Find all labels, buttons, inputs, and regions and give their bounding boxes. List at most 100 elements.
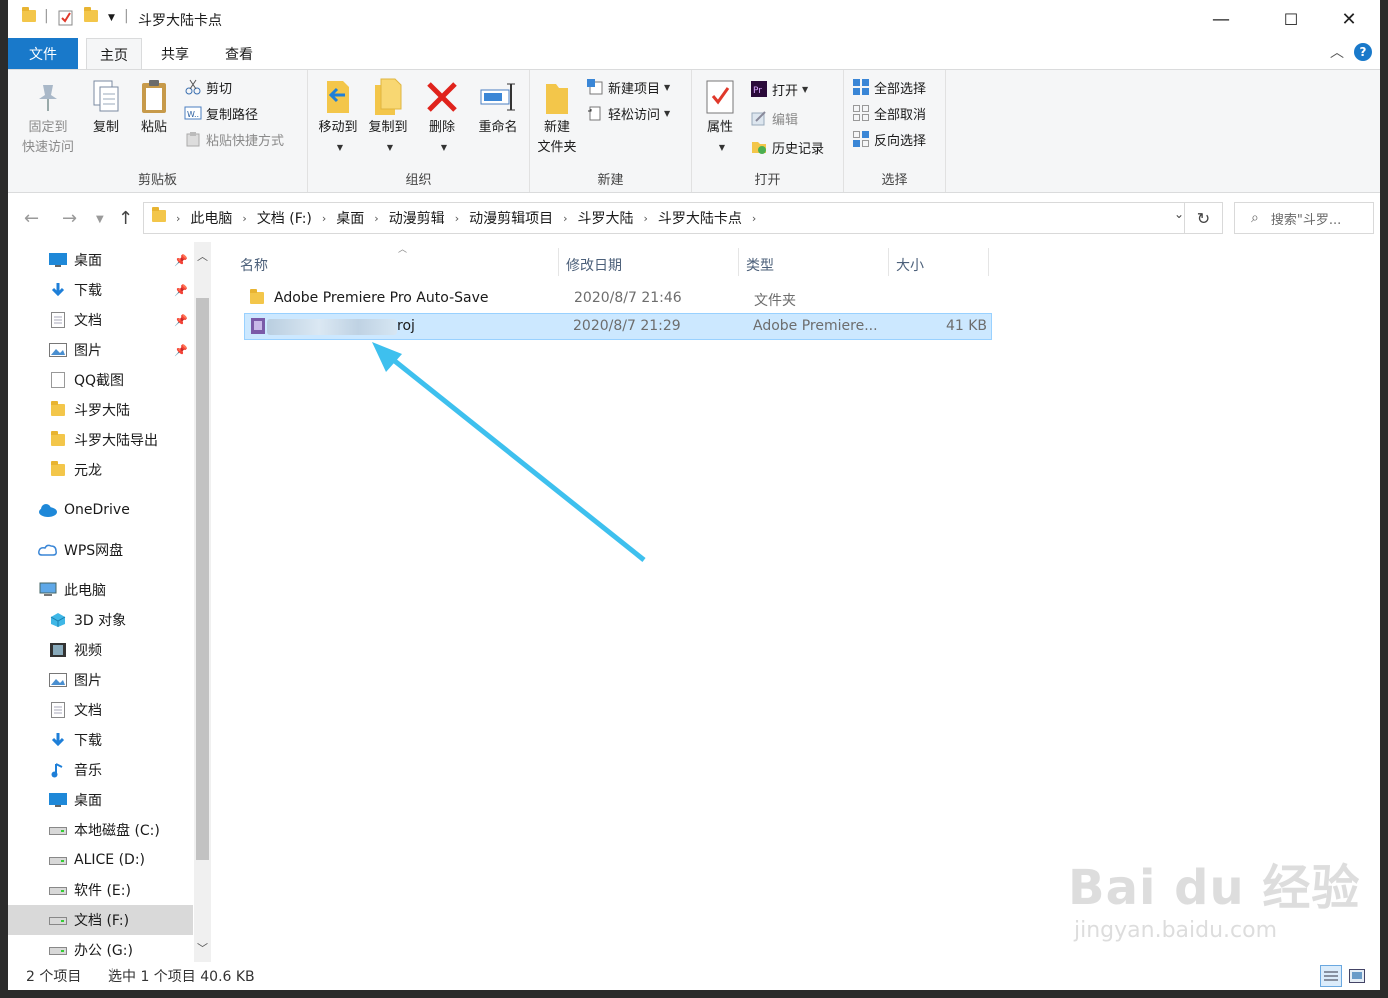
- pin-quick-access-button[interactable]: 固定到 快速访问: [16, 76, 80, 158]
- chevron-right-icon[interactable]: ›: [172, 212, 184, 225]
- sidebar-item-pc[interactable]: 3D 对象: [8, 605, 193, 635]
- sidebar-item-quick-access[interactable]: 下载 📌: [8, 275, 193, 305]
- edit-button[interactable]: 编辑: [750, 107, 798, 129]
- up-arrow-icon[interactable]: ↑: [118, 208, 133, 229]
- refresh-icon[interactable]: ↻: [1184, 203, 1222, 233]
- easy-access-button[interactable]: 轻松访问 ▼: [586, 102, 670, 124]
- close-button[interactable]: ✕: [1326, 0, 1372, 38]
- copy-to-button[interactable]: 复制到 ▼: [364, 76, 412, 158]
- large-icons-view-icon[interactable]: [1346, 965, 1368, 987]
- sidebar-item-pc[interactable]: 桌面: [8, 785, 193, 815]
- breadcrumb-item[interactable]: 桌面: [330, 208, 370, 228]
- explorer-window: | ▼ | 斗罗大陆卡点 — ☐ ✕ 文件 主页 共享 查看 ︿ ? 固定到 快…: [8, 0, 1380, 990]
- back-arrow-icon[interactable]: ←: [24, 208, 39, 229]
- column-divider[interactable]: [888, 248, 889, 276]
- new-item-button[interactable]: 新建项目 ▼: [586, 76, 670, 98]
- search-input[interactable]: ⌕ 搜索"斗罗...: [1234, 202, 1374, 234]
- chevron-right-icon[interactable]: ›: [451, 212, 463, 225]
- sidebar-item-pc[interactable]: 下载: [8, 725, 193, 755]
- chevron-right-icon[interactable]: ›: [748, 212, 760, 225]
- sidebar-item-quick-access[interactable]: 元龙: [8, 455, 193, 485]
- open-button[interactable]: Pr 打开 ▼: [750, 78, 808, 100]
- drive-icon: [48, 941, 68, 959]
- sidebar-item-quick-access[interactable]: 斗罗大陆: [8, 395, 193, 425]
- ribbon-tabs: 文件 主页 共享 查看 ︿ ?: [8, 38, 1380, 70]
- breadcrumb-item[interactable]: 文档 (F:): [251, 208, 318, 228]
- new-folder-quick-icon[interactable]: [84, 7, 100, 26]
- breadcrumb-item[interactable]: 此电脑: [184, 208, 238, 228]
- breadcrumb-item[interactable]: 动漫剪辑项目: [463, 208, 559, 228]
- chevron-right-icon[interactable]: ›: [238, 212, 250, 225]
- sidebar-item-quick-access[interactable]: 斗罗大陆导出: [8, 425, 193, 455]
- tab-view[interactable]: 查看: [214, 38, 264, 69]
- column-header-type[interactable]: 类型: [746, 252, 774, 278]
- move-to-button[interactable]: 移动到 ▼: [314, 76, 362, 158]
- address-history-icon[interactable]: ⌄: [1174, 207, 1184, 221]
- scissors-icon: [184, 79, 202, 95]
- pin-icon[interactable]: 📌: [174, 254, 188, 267]
- sidebar-item-pc[interactable]: 本地磁盘 (C:): [8, 815, 193, 845]
- tab-home[interactable]: 主页: [86, 38, 142, 70]
- chevron-right-icon[interactable]: ›: [370, 212, 382, 225]
- column-divider[interactable]: [738, 248, 739, 276]
- column-divider[interactable]: [988, 248, 989, 276]
- maximize-button[interactable]: ☐: [1268, 0, 1314, 38]
- copy-path-button[interactable]: W.. 复制路径: [184, 102, 258, 124]
- rename-button[interactable]: 重命名: [472, 76, 524, 138]
- sidebar-item-quick-access[interactable]: 图片 📌: [8, 335, 193, 365]
- pin-icon[interactable]: 📌: [174, 314, 188, 327]
- quick-access-dropdown-icon[interactable]: ▼: [108, 13, 124, 29]
- select-none-button[interactable]: 全部取消: [852, 102, 926, 124]
- sidebar-item-label: 办公 (G:): [74, 943, 133, 959]
- sidebar-item-wps[interactable]: WPS网盘: [8, 535, 193, 565]
- properties-button[interactable]: 属性 ▼: [700, 76, 740, 158]
- sidebar-item-pc[interactable]: 图片: [8, 665, 193, 695]
- help-icon[interactable]: ?: [1354, 43, 1372, 61]
- delete-button[interactable]: 删除 ▼: [422, 76, 462, 158]
- collapse-ribbon-icon[interactable]: ︿: [1330, 42, 1344, 62]
- sidebar-item-pc[interactable]: ALICE (D:): [8, 845, 193, 875]
- rename-icon: [479, 76, 517, 118]
- sidebar-item-pc[interactable]: 软件 (E:): [8, 875, 193, 905]
- sidebar-item-quick-access[interactable]: 文档 📌: [8, 305, 193, 335]
- recent-locations-icon[interactable]: ▼: [96, 214, 104, 225]
- sidebar-item-pc[interactable]: 文档: [8, 695, 193, 725]
- invert-selection-button[interactable]: 反向选择: [852, 128, 926, 150]
- sidebar-item-pc[interactable]: 文档 (F:): [8, 905, 193, 935]
- breadcrumb-item[interactable]: 斗罗大陆卡点: [652, 208, 748, 228]
- copy-button[interactable]: 复制: [86, 76, 126, 138]
- pin-icon[interactable]: 📌: [174, 344, 188, 357]
- sidebar-item-onedrive[interactable]: OneDrive: [8, 495, 193, 525]
- breadcrumb-item[interactable]: 斗罗大陆: [572, 208, 640, 228]
- cut-button[interactable]: 剪切: [184, 76, 232, 98]
- chevron-right-icon[interactable]: ›: [640, 212, 652, 225]
- sidebar-item-this-pc[interactable]: 此电脑: [8, 575, 193, 605]
- pin-icon[interactable]: 📌: [174, 284, 188, 297]
- forward-arrow-icon[interactable]: →: [62, 208, 77, 229]
- sidebar-item-quick-access[interactable]: 桌面 📌: [8, 245, 193, 275]
- minimize-button[interactable]: —: [1198, 0, 1244, 38]
- new-folder-button[interactable]: 新建 文件夹: [532, 76, 582, 158]
- tab-file[interactable]: 文件: [8, 38, 78, 69]
- breadcrumb-item[interactable]: 动漫剪辑: [383, 208, 451, 228]
- paste-button[interactable]: 粘贴: [134, 76, 174, 138]
- cube-icon: [48, 611, 68, 629]
- chevron-right-icon[interactable]: ›: [559, 212, 571, 225]
- sidebar-item-pc[interactable]: 视频: [8, 635, 193, 665]
- details-view-icon[interactable]: [1320, 965, 1342, 987]
- sidebar-item-pc[interactable]: 音乐: [8, 755, 193, 785]
- properties-quick-icon[interactable]: [58, 10, 74, 26]
- chevron-right-icon[interactable]: ›: [318, 212, 330, 225]
- sidebar-scrollbar-thumb[interactable]: [196, 298, 209, 860]
- address-bar[interactable]: › 此电脑 › 文档 (F:) › 桌面 › 动漫剪辑 › 动漫剪辑项目 › 斗罗大陆 › 斗罗大陆卡点 ›…: [143, 202, 1223, 234]
- premiere-icon: Pr: [750, 81, 768, 97]
- tab-share[interactable]: 共享: [150, 38, 200, 69]
- history-button[interactable]: 历史记录: [750, 136, 824, 158]
- column-header-size[interactable]: 大小: [896, 252, 924, 278]
- paste-shortcut-button[interactable]: 粘贴快捷方式: [184, 128, 284, 150]
- scroll-down-icon[interactable]: ﹀: [197, 940, 208, 956]
- sidebar-item-quick-access[interactable]: QQ截图: [8, 365, 193, 395]
- select-all-button[interactable]: 全部选择: [852, 76, 926, 98]
- scroll-up-icon[interactable]: ︿: [197, 248, 208, 264]
- sidebar-item-pc[interactable]: 办公 (G:): [8, 935, 193, 965]
